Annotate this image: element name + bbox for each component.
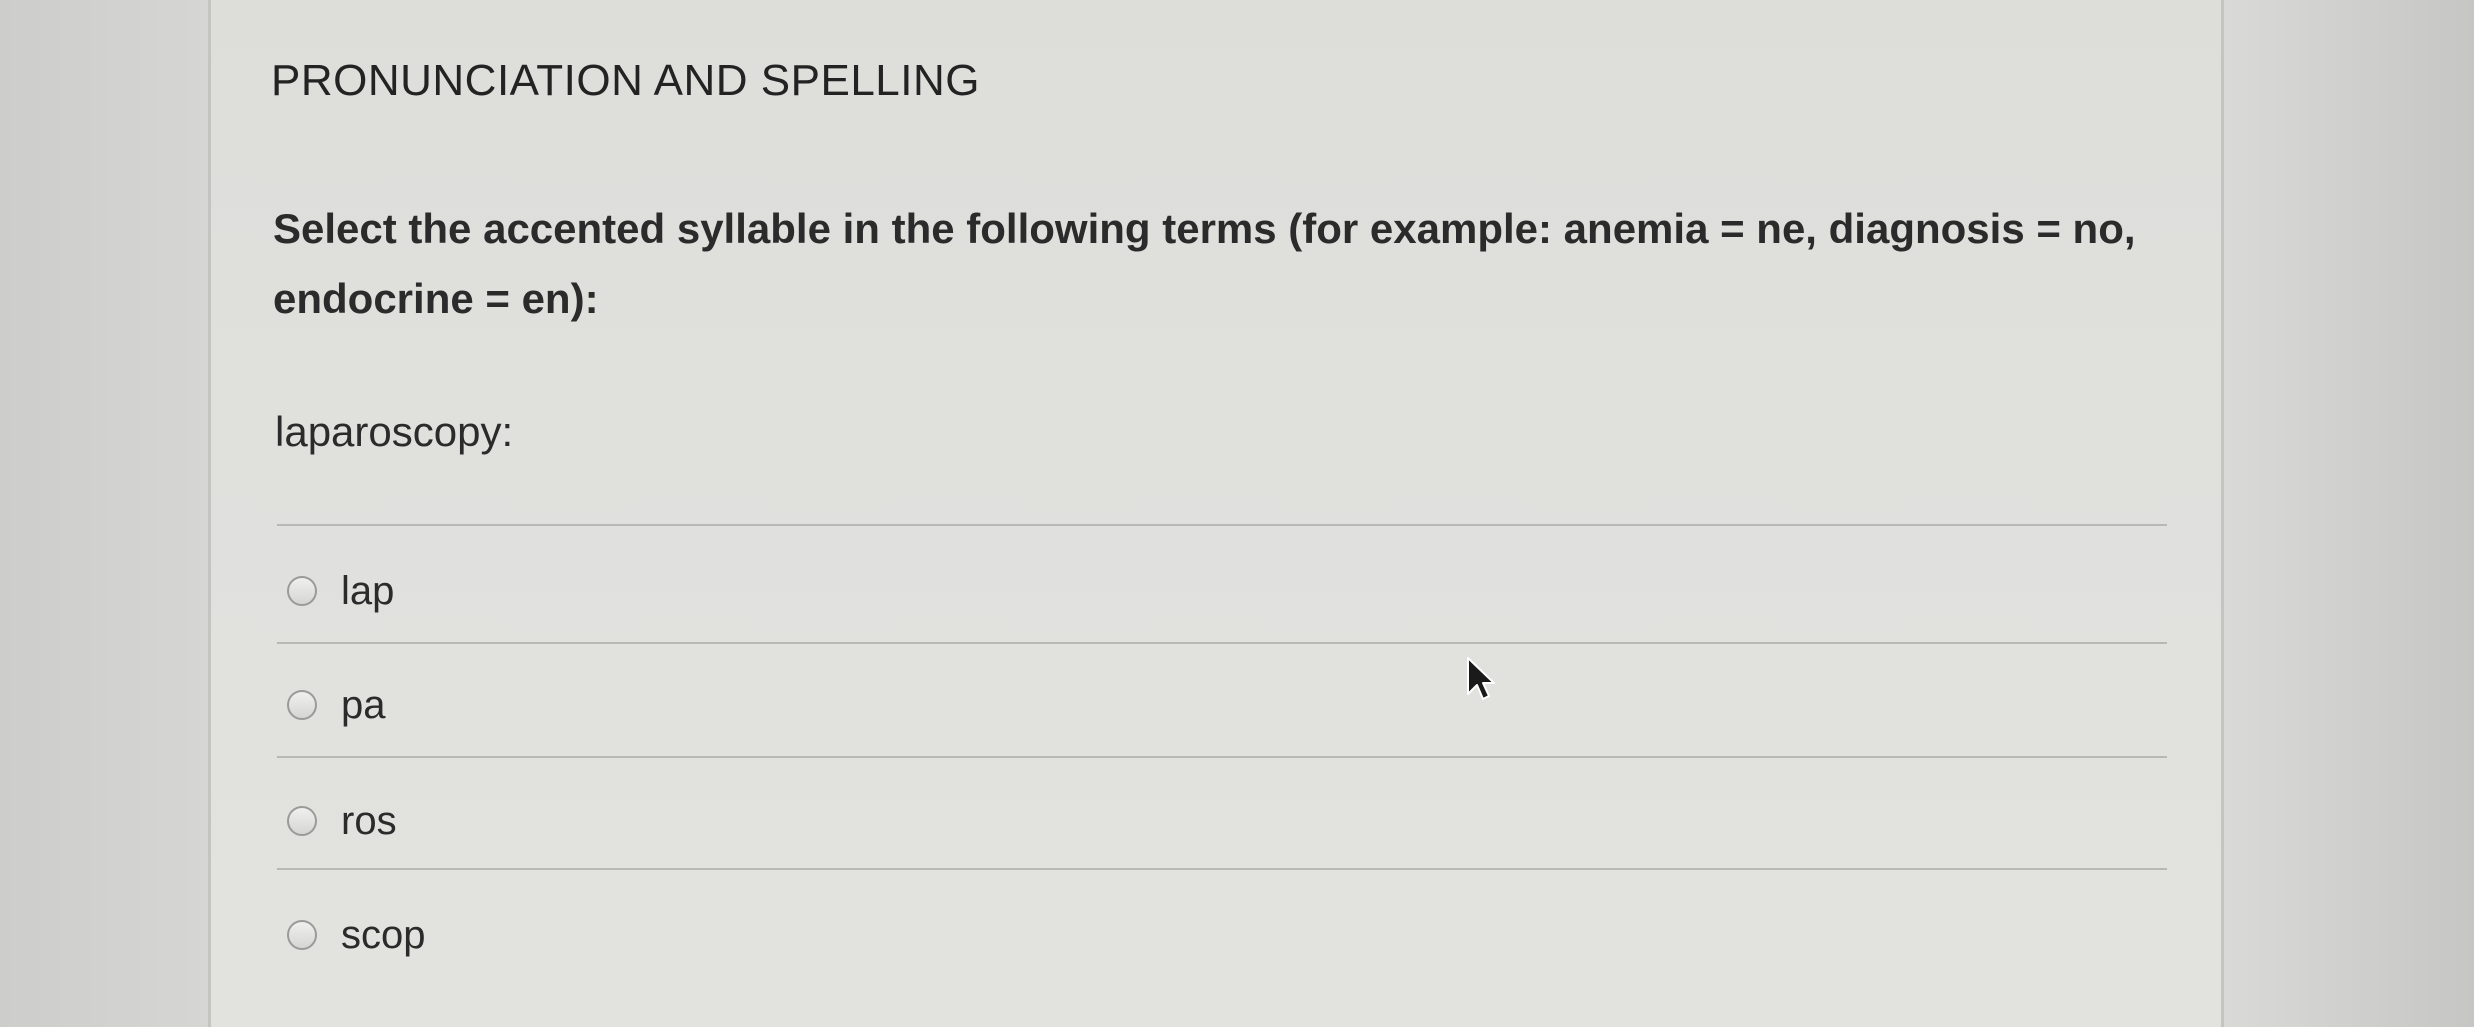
answer-option-ros[interactable]: ros (287, 786, 397, 856)
term-label: laparoscopy: (275, 408, 514, 455)
option-label: scop (341, 912, 426, 957)
radio-button[interactable] (287, 576, 317, 606)
answer-option-lap[interactable]: lap (287, 556, 394, 626)
divider (277, 868, 2167, 870)
divider (277, 642, 2167, 644)
radio-button[interactable] (287, 690, 317, 720)
answer-option-pa[interactable]: pa (287, 670, 386, 740)
radio-button[interactable] (287, 806, 317, 836)
radio-button[interactable] (287, 920, 317, 950)
option-label: lap (341, 568, 395, 613)
option-label: pa (341, 682, 386, 727)
divider (277, 524, 2167, 526)
section-title: PRONUNCIATION AND SPELLING (271, 56, 980, 105)
option-label: ros (341, 798, 397, 843)
divider (277, 756, 2167, 758)
answer-option-scop[interactable]: scop (287, 900, 426, 970)
question-prompt: Select the accented syllable in the foll… (273, 205, 2136, 322)
question-card: PRONUNCIATION AND SPELLING Select the ac… (208, 0, 2224, 1027)
mouse-pointer-icon (1467, 657, 1495, 700)
